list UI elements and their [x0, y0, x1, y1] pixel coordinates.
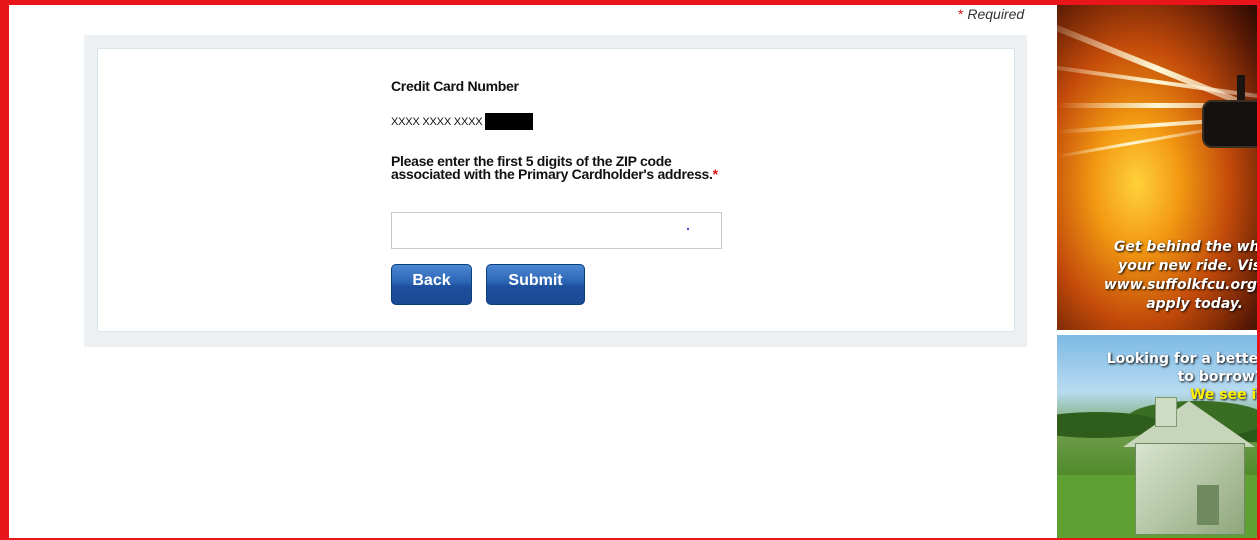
- money-house-door-icon: [1197, 485, 1219, 525]
- light-streak: [1057, 128, 1205, 158]
- zip-required-star: *: [712, 166, 718, 182]
- credit-card-masked-digits: XXXX XXXX XXXX: [391, 115, 483, 128]
- home-loan-ad-text: Looking for a better to borrow? We see i…: [1057, 350, 1257, 404]
- credit-card-number: XXXX XXXX XXXX: [391, 113, 534, 130]
- required-text: Required: [967, 6, 1025, 22]
- submit-button[interactable]: Submit: [486, 264, 585, 305]
- input-cursor-dot: [687, 228, 689, 230]
- required-star: *: [958, 6, 964, 22]
- frame-left-border: [0, 0, 9, 540]
- ad-line: www.suffolkfcu.org: [1103, 277, 1257, 293]
- zip-code-label: Please enter the first 5 digits of the Z…: [391, 153, 731, 182]
- rearview-mirror-icon: [1202, 100, 1257, 148]
- money-house-icon: [1135, 443, 1245, 535]
- credit-card-label: Credit Card Number: [391, 78, 519, 94]
- credit-card-redaction-box: [485, 113, 534, 130]
- zip-code-label-text: Please enter the first 5 digits of the Z…: [391, 153, 713, 182]
- ad-line: your new ride. Vis: [1118, 258, 1257, 274]
- zip-code-input[interactable]: [391, 212, 722, 249]
- ad-line-highlight: We see it: [1189, 387, 1257, 403]
- ad-line: apply today.: [1146, 296, 1243, 312]
- back-button[interactable]: Back: [391, 264, 472, 305]
- ad-line: Get behind the whe: [1113, 239, 1257, 255]
- auto-loan-ad-text: Get behind the whe your new ride. Vis ww…: [1057, 238, 1257, 314]
- ad-line: Looking for a better: [1106, 351, 1257, 367]
- auto-loan-ad-banner[interactable]: Get behind the whe your new ride. Vis ww…: [1057, 5, 1257, 330]
- ad-line: to borrow? We see it: [1057, 368, 1257, 404]
- form-panel: Credit Card Number XXXX XXXX XXXX Please…: [84, 35, 1027, 347]
- required-note: * Required: [958, 6, 1024, 22]
- ad-line-prefix: to borrow?: [1177, 369, 1257, 385]
- form-panel-inner: Credit Card Number XXXX XXXX XXXX Please…: [97, 48, 1015, 332]
- money-house-roof-icon: [1123, 401, 1255, 447]
- home-loan-ad-banner[interactable]: Looking for a better to borrow? We see i…: [1057, 335, 1257, 538]
